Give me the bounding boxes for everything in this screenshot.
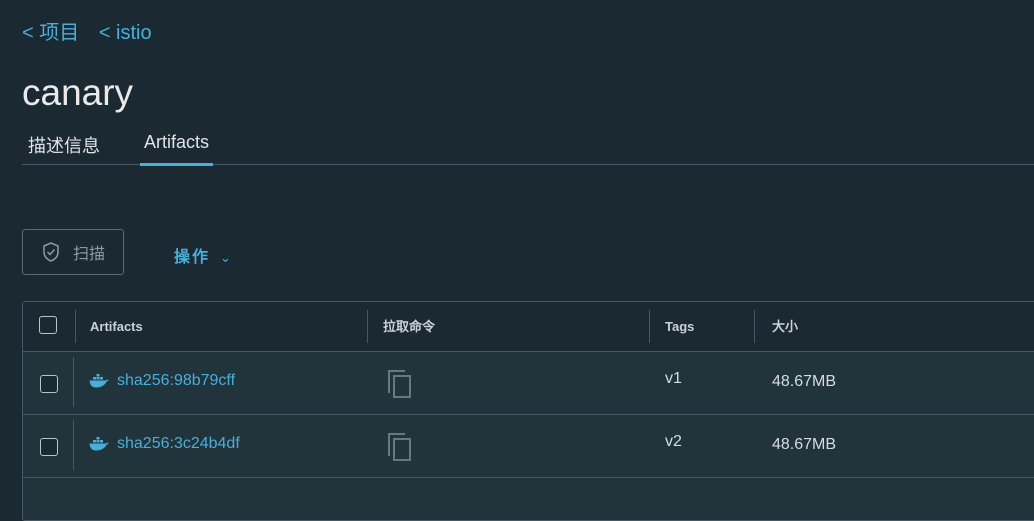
header-size[interactable]: 大小: [772, 302, 798, 351]
scan-button[interactable]: 扫描: [22, 229, 124, 275]
header-artifacts[interactable]: Artifacts: [90, 302, 143, 351]
docker-whale-icon: [89, 437, 109, 451]
copy-icon[interactable]: [387, 432, 413, 462]
scan-button-label: 扫描: [72, 246, 105, 263]
docker-whale-icon: [89, 374, 109, 388]
artifact-link[interactable]: sha256:3c24b4df: [89, 435, 240, 453]
actions-label: 操作: [174, 249, 211, 266]
artifact-digest: sha256:98b79cff: [117, 372, 236, 389]
tab-artifacts[interactable]: Artifacts: [140, 128, 214, 166]
artifact-digest: sha256:3c24b4df: [117, 435, 240, 452]
row-divider: [73, 357, 74, 407]
chevron-down-icon: ⌄: [220, 250, 231, 265]
breadcrumb-repo-link[interactable]: < istio: [99, 22, 152, 44]
column-divider: [75, 310, 76, 343]
row-checkbox[interactable]: [40, 438, 58, 456]
tab-description[interactable]: 描述信息: [24, 128, 104, 163]
row-divider: [73, 420, 74, 470]
artifact-tag: v2: [665, 433, 682, 450]
page-title: canary: [22, 72, 134, 113]
artifact-size: 48.67MB: [772, 436, 837, 453]
copy-icon[interactable]: [387, 369, 413, 399]
artifacts-table: Artifacts 拉取命令 Tags 大小 sha256:98b79cff v…: [22, 301, 1034, 521]
breadcrumb-projects-link[interactable]: < 项目: [22, 22, 79, 44]
table-header: Artifacts 拉取命令 Tags 大小: [23, 302, 1034, 352]
column-divider: [367, 310, 368, 343]
tab-bar: 描述信息 Artifacts: [22, 128, 1034, 166]
header-pull-command[interactable]: 拉取命令: [383, 302, 435, 351]
artifact-size: 48.67MB: [772, 373, 837, 390]
column-divider: [649, 310, 650, 343]
artifact-link[interactable]: sha256:98b79cff: [89, 372, 235, 390]
table-row: sha256:98b79cff v1 48.67MB: [23, 352, 1034, 415]
shield-check-icon: [43, 242, 59, 262]
row-checkbox[interactable]: [40, 375, 58, 393]
artifact-tag: v1: [665, 370, 682, 387]
breadcrumb: < 项目 < istio: [22, 16, 166, 45]
actions-dropdown[interactable]: 操作 ⌄: [174, 243, 231, 267]
select-all-checkbox[interactable]: [39, 316, 57, 334]
header-tags[interactable]: Tags: [665, 302, 694, 351]
column-divider: [754, 310, 755, 343]
table-row: sha256:3c24b4df v2 48.67MB: [23, 415, 1034, 478]
